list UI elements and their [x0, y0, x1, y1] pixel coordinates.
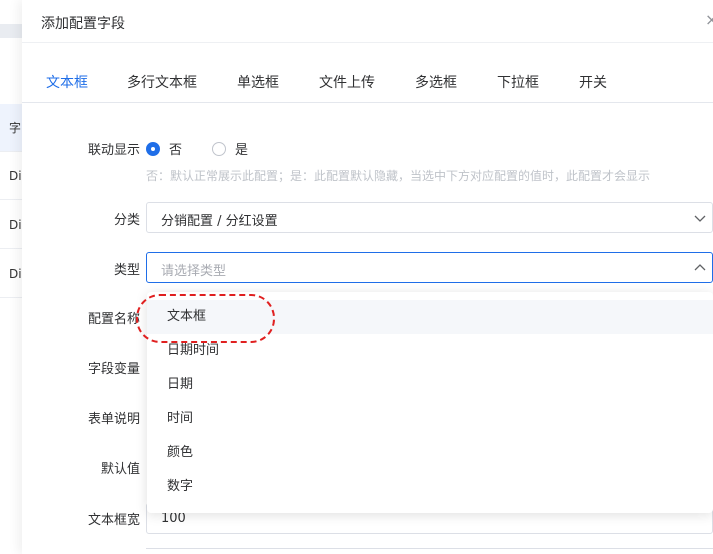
type-select[interactable]: 请选择类型	[146, 252, 713, 283]
type-placeholder: 请选择类型	[161, 264, 227, 279]
dropdown-option[interactable]: 日期	[147, 368, 713, 402]
drawer-title: 添加配置字段	[41, 16, 125, 32]
dropdown-option[interactable]: 数字	[147, 470, 713, 504]
default-value-label: 默认值	[100, 462, 140, 477]
radio-no-label: 否	[169, 143, 183, 158]
tab-switch[interactable]: 开关	[579, 72, 607, 92]
linkage-hint: 否：默认正常展示此配置；是：此配置默认隐藏，当选中下方对应配置的值时，此配置才会…	[146, 169, 651, 183]
background-row-label: Div	[9, 218, 22, 232]
background-row-label: Div	[9, 267, 22, 281]
radio-yes[interactable]: 是	[212, 139, 248, 158]
dropdown-option[interactable]: 文本框	[147, 300, 713, 334]
type-dropdown-menu: 文本框 日期时间 日期 时间 颜色 数字	[147, 292, 713, 513]
background-row[interactable]: 字	[0, 104, 22, 152]
radio-checked-icon	[146, 141, 160, 156]
tab-radio[interactable]: 单选框	[237, 72, 279, 92]
category-select[interactable]: 分销配置 / 分红设置	[146, 202, 713, 233]
textbox-width-label: 文本框宽	[87, 513, 140, 528]
config-name-label: 配置名称	[87, 312, 140, 327]
category-label: 分类	[113, 213, 140, 228]
tab-file-upload[interactable]: 文件上传	[319, 72, 375, 92]
tab-dropdown[interactable]: 下拉框	[497, 72, 539, 92]
linkage-label: 联动显示	[87, 143, 140, 158]
background-row[interactable]: Div	[0, 201, 22, 249]
background-page: 字 Div Div Div	[0, 0, 22, 554]
next-input-edge	[146, 548, 713, 554]
dropdown-option[interactable]: 时间	[147, 402, 713, 436]
radio-unchecked-icon	[212, 141, 226, 156]
dropdown-option[interactable]: 颜色	[147, 436, 713, 470]
tab-multiline-textbox[interactable]: 多行文本框	[127, 72, 197, 92]
dropdown-option[interactable]: 日期时间	[147, 334, 713, 368]
background-header-strip	[0, 24, 22, 38]
background-row[interactable]: Div	[0, 250, 22, 298]
tab-checkbox[interactable]: 多选框	[415, 72, 457, 92]
tab-textbox[interactable]: 文本框	[46, 72, 88, 92]
background-row-label: Div	[9, 169, 22, 183]
chevron-up-icon	[694, 264, 706, 271]
radio-no[interactable]: 否	[146, 139, 182, 158]
radio-yes-label: 是	[235, 143, 249, 158]
close-icon[interactable]: ×	[705, 12, 713, 28]
background-row-label: 字	[9, 121, 22, 135]
field-type-tabs: 文本框 多行文本框 单选框 文件上传 多选框 下拉框 开关	[22, 43, 713, 103]
category-value: 分销配置 / 分红设置	[161, 214, 278, 229]
drawer-header: 添加配置字段 ×	[22, 0, 713, 43]
type-label: 类型	[113, 263, 140, 278]
background-row[interactable]: Div	[0, 152, 22, 200]
field-variable-label: 字段变量	[87, 362, 140, 377]
textbox-width-value: 100	[161, 511, 186, 526]
form-description-label: 表单说明	[87, 412, 140, 427]
chevron-down-icon	[694, 215, 706, 222]
